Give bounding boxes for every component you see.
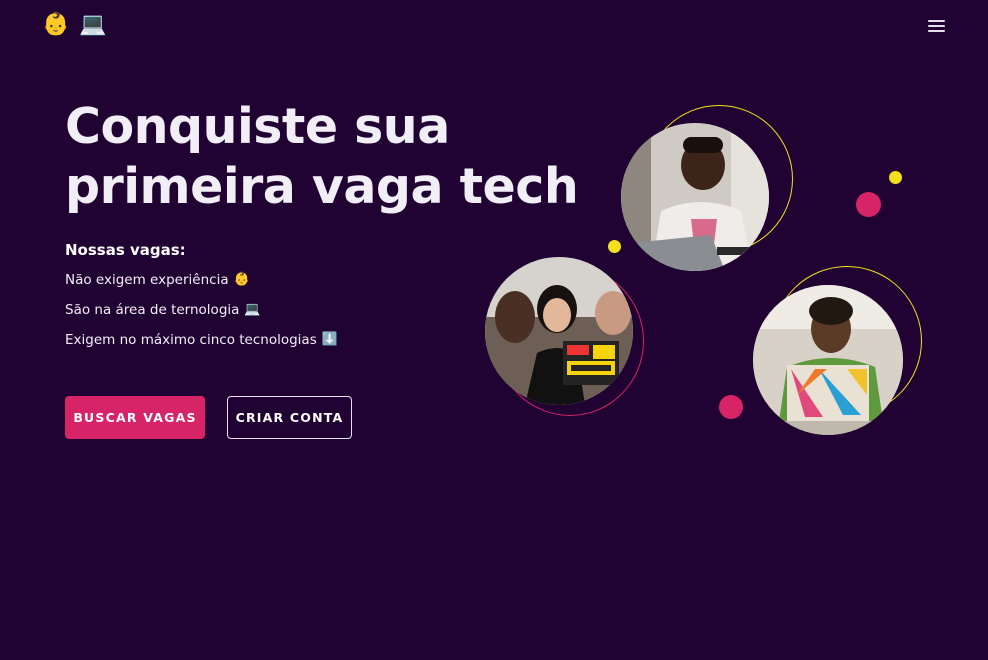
feature-text: São na área de ternologia	[65, 302, 240, 318]
baby-icon: 👶	[42, 12, 70, 37]
photo-man-laptop	[621, 123, 769, 271]
decorative-dot	[889, 171, 902, 184]
title-line-2: primeira vaga tech	[65, 158, 579, 215]
baby-icon: 👶	[233, 272, 250, 287]
hamburger-menu-icon[interactable]	[926, 17, 948, 35]
feature-text: Não exigem experiência	[65, 272, 229, 288]
feature-item: Exigem no máximo cinco tecnologias ⬇️	[65, 331, 338, 349]
features-list: Nossas vagas: Não exigem experiência 👶 S…	[65, 241, 338, 361]
decorative-dot	[719, 395, 743, 419]
decorative-dot	[608, 240, 621, 253]
laptop-icon: 💻	[79, 12, 107, 37]
features-heading: Nossas vagas:	[65, 241, 186, 259]
photo-woman-laptop	[753, 285, 903, 435]
page-title: Conquiste sua primeira vaga tech	[65, 97, 605, 217]
feature-text: Exigem no máximo cinco tecnologias	[65, 332, 317, 348]
title-line-1: Conquiste sua	[65, 98, 450, 155]
logo[interactable]: 👶 💻	[42, 12, 107, 38]
create-account-button[interactable]: CRIAR CONTA	[227, 396, 352, 439]
feature-item: Não exigem experiência 👶	[65, 271, 338, 289]
down-arrow-icon: ⬇️	[321, 332, 338, 347]
search-jobs-button[interactable]: BUSCAR VAGAS	[65, 396, 205, 439]
feature-item: São na área de ternologia 💻	[65, 301, 338, 319]
landing-page: 👶 💻 Conquiste sua primeira vaga tech Nos…	[0, 0, 988, 660]
photo-group-laptop	[485, 257, 633, 405]
laptop-icon: 💻	[244, 302, 261, 317]
decorative-dot	[856, 192, 881, 217]
